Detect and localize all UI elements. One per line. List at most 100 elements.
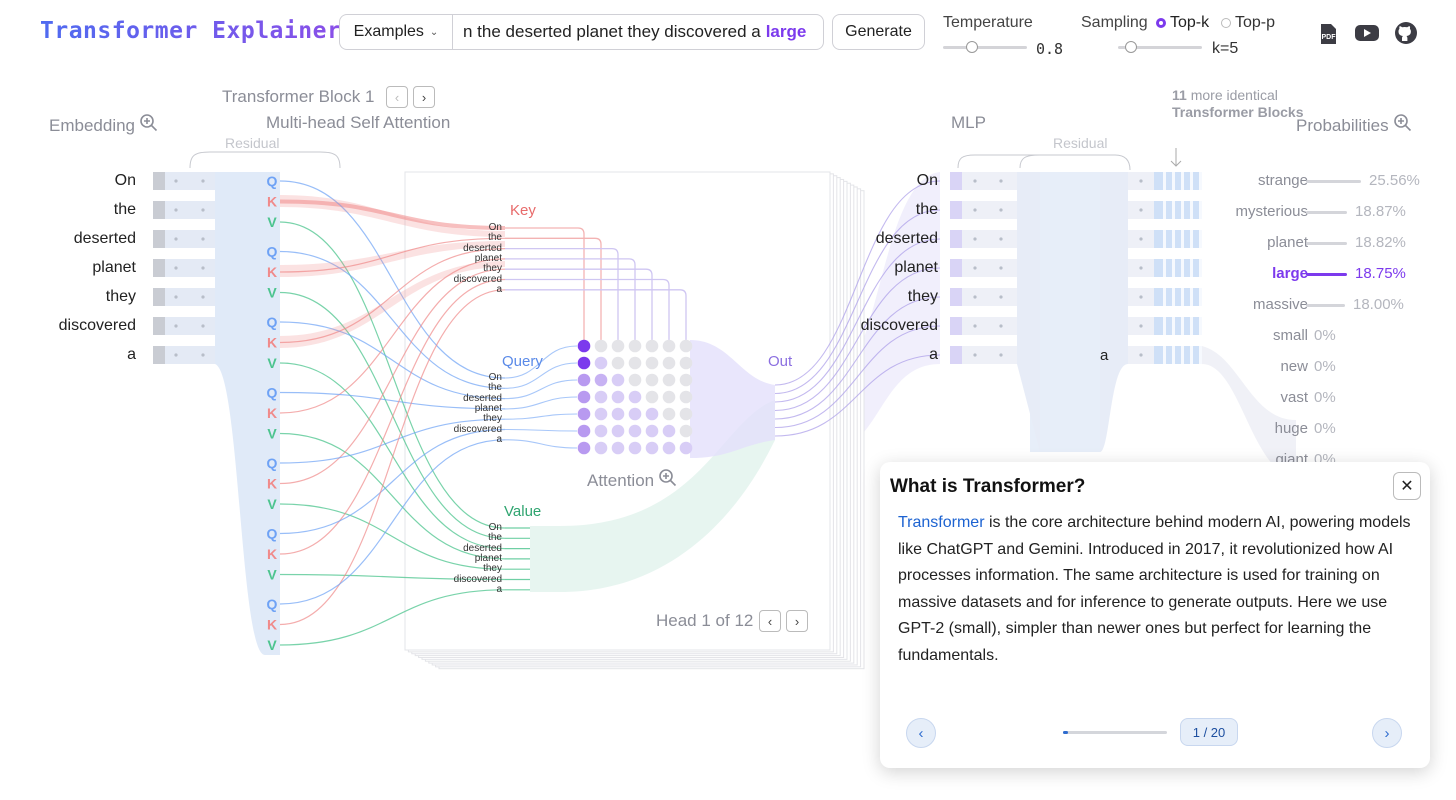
probability-bar	[1306, 211, 1347, 214]
attention-weight-cell	[628, 373, 642, 387]
embedding-cell	[153, 230, 165, 248]
k-vector-label: K	[267, 264, 277, 280]
arrow-down-icon	[1170, 148, 1182, 167]
zoom-in-icon[interactable]	[139, 113, 159, 138]
embedding-vector	[165, 346, 215, 364]
embedding-label: Embedding	[49, 115, 136, 135]
vector-dot	[973, 237, 977, 241]
more-blocks-text: more identical	[1190, 87, 1278, 103]
stacked-block-vector	[1154, 230, 1202, 248]
transformer-link[interactable]: Transformer	[898, 514, 985, 531]
mlp-vector	[962, 172, 1017, 190]
out-label: Out	[768, 353, 793, 370]
vector-dot	[201, 208, 205, 212]
vector-dot	[999, 208, 1003, 212]
stacked-block-vector	[1154, 259, 1202, 277]
page-indicator: 1 / 20	[1180, 718, 1238, 746]
chevron-left-icon: ‹	[767, 613, 773, 629]
close-icon: ✕	[1400, 478, 1414, 495]
vector-dot	[174, 237, 178, 241]
stacked-block-vector	[1154, 288, 1202, 306]
input-token: deserted	[73, 230, 136, 247]
probability-row[interactable]: massive 18.00%	[1200, 295, 1440, 317]
value-token-label: a	[496, 583, 502, 595]
mlp-hidden-layer	[1030, 172, 1100, 452]
block-separator	[1181, 172, 1184, 364]
probability-value: 18.75%	[1355, 265, 1406, 282]
attention-weight-cell	[645, 424, 659, 438]
vector-dot	[201, 266, 205, 270]
stacked-block-vector	[1154, 346, 1202, 364]
mlp-token: planet	[894, 259, 938, 276]
q-vector-label: Q	[267, 596, 278, 612]
vector-dot	[174, 324, 178, 328]
probability-value: 0%	[1314, 420, 1336, 437]
zoom-in-icon[interactable]	[658, 468, 678, 493]
embedding-vector	[165, 201, 215, 219]
k-vector-label: K	[267, 546, 277, 562]
next-block-button[interactable]: ›	[413, 86, 435, 108]
mlp-token: a	[929, 346, 938, 363]
vector-dot	[174, 179, 178, 183]
mlp-label: MLP	[951, 113, 986, 132]
attention-weight-cell	[611, 373, 625, 387]
probability-row[interactable]: new 0%	[1200, 357, 1440, 379]
input-token: discovered	[58, 317, 136, 334]
vector-dot	[1139, 324, 1143, 328]
probability-bar	[1306, 180, 1361, 183]
residual-bracket	[957, 154, 1131, 171]
attention-weight-cell	[679, 424, 693, 438]
mlp-vector	[962, 201, 1017, 219]
embedding-vector	[165, 172, 215, 190]
embedding-cell	[153, 201, 165, 219]
v-vector-label: V	[267, 567, 277, 583]
last-token-label: a	[1100, 347, 1109, 364]
chevron-left-icon: ‹	[918, 724, 924, 742]
input-token: planet	[92, 259, 136, 276]
mhsa-label: Multi-head Self Attention	[266, 113, 451, 132]
attention-weight-cell	[645, 373, 659, 387]
key-token-label: the	[488, 232, 502, 244]
probability-row[interactable]: huge 0%	[1200, 419, 1440, 441]
next-step-button[interactable]: ›	[1372, 718, 1402, 748]
mlp-input-cell	[950, 230, 962, 248]
close-button[interactable]: ✕	[1393, 472, 1421, 500]
attention-weight-cell	[662, 424, 676, 438]
vector-dot	[973, 295, 977, 299]
embedding-section[interactable]: Embedding	[49, 113, 159, 138]
vector-dot	[999, 179, 1003, 183]
probability-row[interactable]: small 0%	[1200, 326, 1440, 348]
attention-weight-cell	[679, 407, 693, 421]
chevron-right-icon: ›	[421, 89, 427, 105]
attention-weight-cell	[662, 407, 676, 421]
stacked-block-vector	[1154, 317, 1202, 335]
q-vector-label: Q	[267, 244, 278, 260]
k-vector-label: K	[267, 194, 277, 210]
vector-dot	[999, 295, 1003, 299]
prev-block-button[interactable]: ‹	[386, 86, 408, 108]
probability-row[interactable]: large 18.75%	[1200, 264, 1440, 286]
embedding-cell	[153, 317, 165, 335]
probabilities-section[interactable]: Probabilities	[1296, 113, 1413, 138]
probability-row[interactable]: strange 25.56%	[1200, 171, 1440, 193]
block-separator	[1190, 172, 1193, 364]
probability-row[interactable]: mysterious 18.87%	[1200, 202, 1440, 224]
attention-weight-cell	[577, 356, 591, 370]
zoom-in-icon[interactable]	[1393, 113, 1413, 138]
k-vector-label: K	[267, 335, 277, 351]
vector-dot	[973, 353, 977, 357]
k-vector-label: K	[267, 405, 277, 421]
probability-row[interactable]: planet 18.82%	[1200, 233, 1440, 255]
prev-step-button[interactable]: ‹	[906, 718, 936, 748]
probability-row[interactable]: vast 0%	[1200, 388, 1440, 410]
next-head-button[interactable]: ›	[786, 610, 808, 632]
probability-token: planet	[1267, 234, 1308, 251]
vector-dot	[1139, 237, 1143, 241]
attention-section[interactable]: Attention	[587, 468, 678, 493]
attention-weight-cell	[628, 390, 642, 404]
mlp-token: deserted	[875, 230, 938, 247]
attention-weight-cell	[628, 441, 642, 455]
vector-dot	[1139, 208, 1143, 212]
probability-value: 18.82%	[1355, 234, 1406, 251]
prev-head-button[interactable]: ‹	[759, 610, 781, 632]
